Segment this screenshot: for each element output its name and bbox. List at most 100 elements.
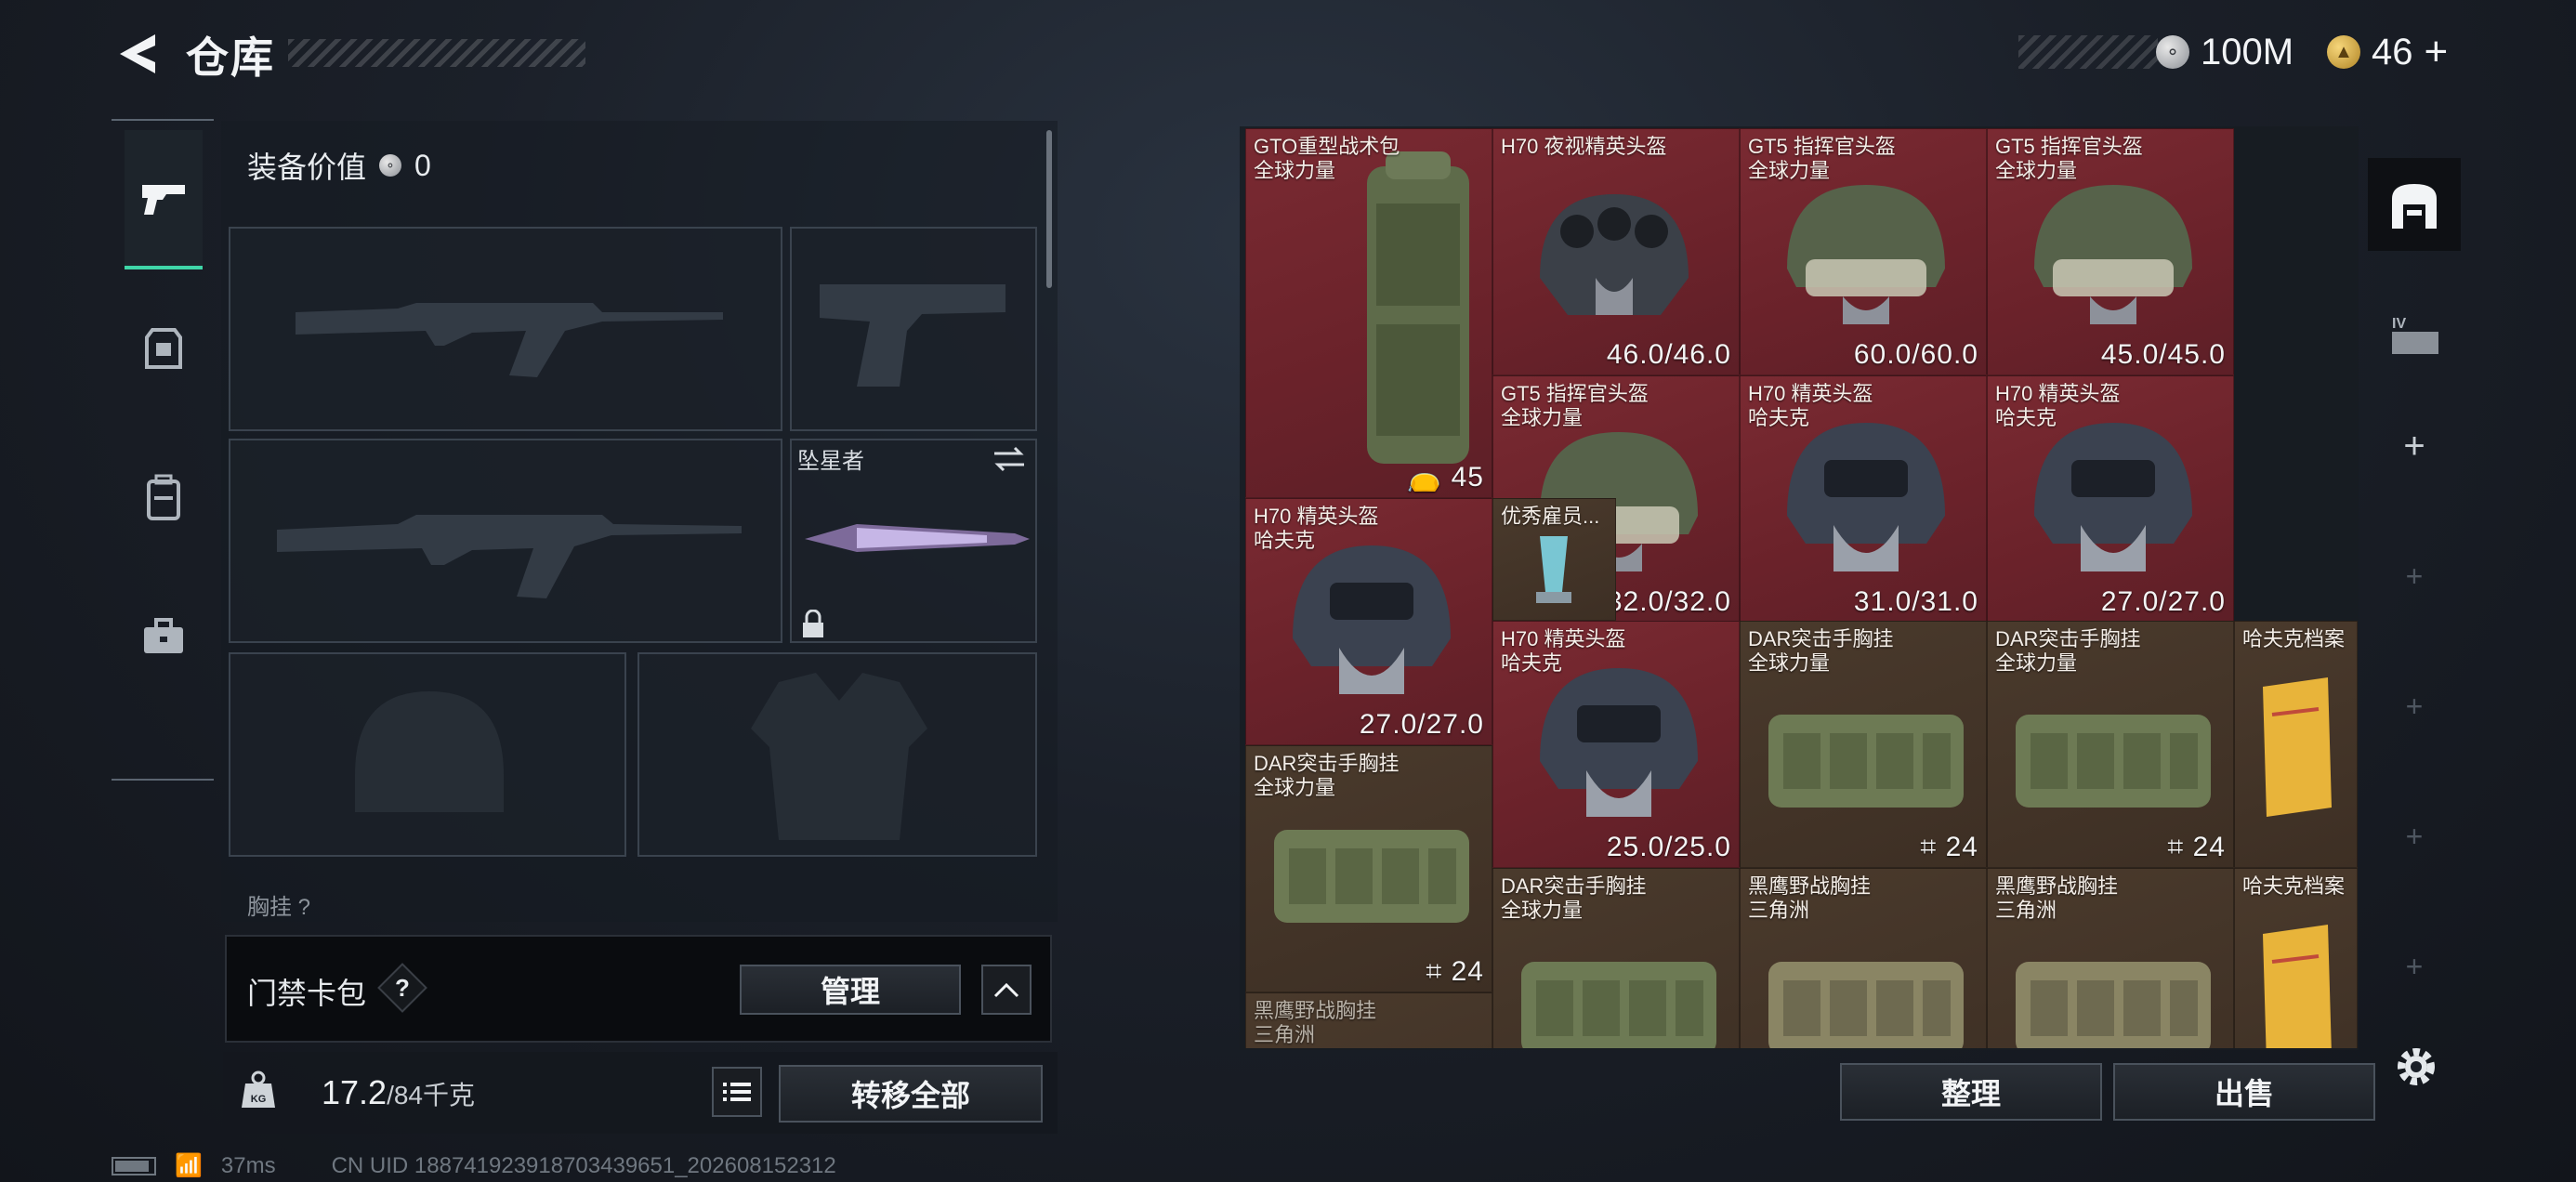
armor-slot[interactable]: [637, 652, 1037, 857]
item-name: 哈夫克档案: [2242, 627, 2346, 650]
item-durability: 31.0/31.0: [1853, 586, 1978, 617]
item-subtitle: 全球力量: [1254, 776, 1336, 799]
stash-item-chest-rig[interactable]: DAR突击手胸挂 全球力量 ⌗ 24: [1987, 621, 2234, 868]
tab-weapons[interactable]: [125, 130, 203, 269]
helmet-icon: [1540, 194, 1689, 315]
item-name: H70 精英头盔: [1254, 505, 1379, 528]
add-currency-button[interactable]: +: [2425, 29, 2449, 75]
stash-item-helmet[interactable]: GT5 指挥官头盔 全球力量 45.0/45.0: [1987, 128, 2234, 375]
battery-icon: [112, 1156, 156, 1175]
equipment-value-amount: 0: [414, 148, 431, 182]
helmet-icon: [2034, 185, 2192, 324]
manage-button[interactable]: 管理: [740, 965, 961, 1015]
add-stash-page-button[interactable]: +: [2368, 409, 2461, 483]
keycard-bag-label: 门禁卡包: [247, 977, 367, 1010]
sell-button[interactable]: 出售: [2113, 1063, 2375, 1121]
tab-backpack[interactable]: [125, 427, 203, 567]
item-name: H70 精英头盔: [1501, 627, 1626, 650]
chest-rig-icon: [1521, 962, 1716, 1048]
helmet-silhouette-icon: [355, 691, 504, 812]
item-name: DAR突击手胸挂: [1995, 627, 2141, 650]
warehouse-icon: [2392, 184, 2437, 229]
tab-case[interactable]: [125, 567, 203, 706]
item-name: 哈夫克档案: [2242, 874, 2346, 898]
item-subtitle: 三角洲: [1748, 899, 1810, 922]
armor-icon: [145, 328, 182, 369]
item-name: GT5 指挥官头盔: [1748, 135, 1896, 158]
item-name: H70 精英头盔: [1748, 382, 1873, 405]
item-durability: 46.0/46.0: [1606, 339, 1731, 370]
collapse-button[interactable]: [981, 965, 1032, 1015]
sidearm-slot[interactable]: [790, 227, 1037, 431]
stash-item-file[interactable]: 哈夫克档案: [2234, 621, 2358, 868]
silver-currency: ⚬ 100M: [2156, 28, 2293, 76]
helmet-icon: [2034, 423, 2192, 571]
melee-item-name: 坠星者: [797, 449, 864, 474]
stash-item-chest-rig[interactable]: 黑鹰野战胸挂 三角洲: [1740, 868, 1987, 1048]
document-icon: [2263, 677, 2332, 817]
back-button[interactable]: [112, 28, 160, 80]
stash-item-file[interactable]: 哈夫克档案: [2234, 868, 2358, 1048]
item-subtitle: 哈夫克: [1995, 406, 2057, 429]
locked-stash-page: +: [2405, 689, 2424, 723]
equipment-value: 装备价值 ⚬ 0: [247, 144, 431, 187]
warehouse-page-icon: IV: [2392, 316, 2438, 354]
stash-item-helmet[interactable]: H70 精英头盔 哈夫克 27.0/27.0: [1245, 498, 1492, 745]
item-name: GT5 指挥官头盔: [1501, 382, 1649, 405]
item-name: 优秀雇员...: [1501, 505, 1600, 528]
stash-item-chest-rig[interactable]: DAR突击手胸挂 全球力量 ⌗ 24: [1245, 745, 1492, 992]
stash-item-chest-rig[interactable]: DAR突击手胸挂 全球力量: [1492, 868, 1740, 1048]
primary-weapon-slot[interactable]: [229, 227, 782, 431]
stash-item-helmet[interactable]: H70 精英头盔 哈夫克 31.0/31.0: [1740, 375, 1987, 623]
transfer-all-button[interactable]: 转移全部: [779, 1065, 1043, 1123]
chest-rig-icon: [1768, 962, 1964, 1048]
help-icon: ?: [395, 973, 410, 1002]
stash-item-backpack[interactable]: GTO重型战术包 全球力量 👝 45: [1245, 128, 1492, 498]
chest-rig-icon: [2016, 962, 2211, 1048]
helmet-slot[interactable]: [229, 652, 626, 857]
item-name: GT5 指挥官头盔: [1995, 135, 2143, 158]
stash-page-tab-main[interactable]: [2368, 158, 2461, 251]
tab-armor[interactable]: [125, 279, 203, 418]
secondary-weapon-slot[interactable]: [229, 439, 782, 643]
title-decoration: [288, 39, 585, 67]
weight-readout: 17.2/84千克: [322, 1073, 475, 1112]
stash-item-helmet[interactable]: H70 精英头盔 哈夫克 27.0/27.0: [1987, 375, 2234, 623]
stash-item-chest-rig[interactable]: 黑鹰野战胸挂 三角洲: [1987, 868, 2234, 1048]
locked-stash-page: +: [2405, 558, 2424, 593]
helmet-icon: [1293, 545, 1451, 694]
pistol-icon: [142, 185, 185, 215]
item-subtitle: 全球力量: [1748, 159, 1831, 182]
weight-max: /84千克: [387, 1081, 476, 1110]
stash-item-helmet[interactable]: H70 精英头盔 哈夫克 25.0/25.0: [1492, 621, 1740, 868]
item-subtitle: 哈夫克: [1501, 651, 1563, 675]
stash-item-helmet[interactable]: H70 夜视精英头盔 46.0/46.0: [1492, 128, 1740, 375]
item-durability: 25.0/25.0: [1606, 832, 1731, 862]
svg-text:KG: KG: [251, 1094, 267, 1105]
item-durability: 32.0/32.0: [1606, 586, 1731, 617]
stash-page-tab-4[interactable]: IV: [2368, 288, 2461, 381]
item-name: DAR突击手胸挂: [1501, 874, 1647, 898]
stash-item-chest-rig[interactable]: 黑鹰野战胸挂 三角洲: [1245, 992, 1492, 1048]
silver-amount: 100M: [2201, 31, 2294, 72]
item-durability: 27.0/27.0: [2100, 586, 2226, 617]
stash-item-trophy[interactable]: 优秀雇员...: [1492, 498, 1616, 621]
lock-icon: [801, 609, 825, 644]
gear-icon[interactable]: [2390, 1041, 2442, 1097]
item-capacity: 👝 45: [1406, 462, 1484, 492]
item-name: H70 精英头盔: [1995, 382, 2121, 405]
loadout-scrollbar[interactable]: [1046, 130, 1052, 288]
equipment-value-label: 装备价值: [247, 151, 367, 184]
locked-stash-page: +: [2405, 819, 2424, 853]
item-name: GTO重型战术包: [1254, 135, 1400, 158]
stash-item-chest-rig[interactable]: DAR突击手胸挂 全球力量 ⌗ 24: [1740, 621, 1987, 868]
document-icon: [2263, 925, 2332, 1048]
stash-item-helmet[interactable]: GT5 指挥官头盔 全球力量 60.0/60.0: [1740, 128, 1987, 375]
list-view-button[interactable]: [712, 1067, 762, 1117]
chest-rig-icon: [1274, 830, 1469, 923]
trophy-icon: [1536, 536, 1571, 603]
sort-button[interactable]: 整理: [1840, 1063, 2102, 1121]
gold-currency[interactable]: ▲ 46 +: [2327, 28, 2448, 76]
item-name: 黑鹰野战胸挂: [1254, 999, 1377, 1022]
swap-icon[interactable]: [991, 444, 1028, 479]
